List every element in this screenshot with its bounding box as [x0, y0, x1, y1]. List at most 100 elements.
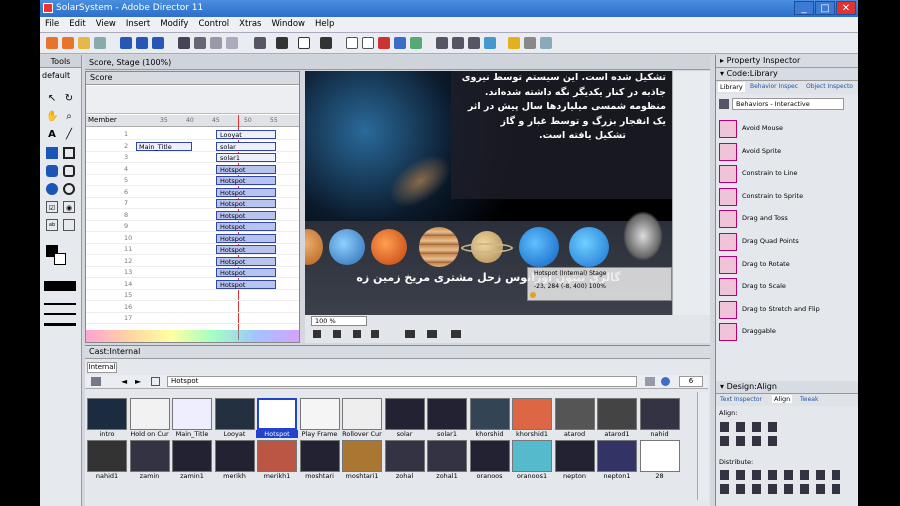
filled-roundrect-icon[interactable]: [46, 165, 58, 177]
behavior-item[interactable]: Drag to Rotate: [718, 254, 857, 276]
next-member-icon[interactable]: ►: [135, 377, 141, 386]
sprite-span[interactable]: Main_Title: [136, 141, 192, 151]
sprite-span[interactable]: solar: [216, 141, 276, 151]
script-window-icon[interactable]: [410, 37, 422, 49]
script-icon[interactable]: [645, 377, 655, 386]
step-back-button[interactable]: [371, 330, 379, 338]
behavior-item[interactable]: Drag to Scale: [718, 276, 857, 298]
rewind-icon[interactable]: [276, 37, 288, 49]
rotate-tool-icon[interactable]: ↻: [63, 93, 75, 105]
minimize-button[interactable]: _: [794, 1, 814, 15]
publish-icon[interactable]: [152, 37, 164, 49]
stage-scrollbar[interactable]: [672, 71, 710, 315]
filled-ellipse-icon[interactable]: [46, 183, 58, 195]
sprite-span[interactable]: Hotspot: [216, 233, 276, 243]
cast-member-thumb[interactable]: [87, 398, 127, 430]
distribute-buttons-row2[interactable]: [720, 484, 840, 494]
rect-icon[interactable]: [63, 147, 75, 159]
library-list-icon[interactable]: [719, 99, 729, 109]
stage-view[interactable]: تشکیل شده است. این سیستم توسط نیروی جاذب…: [305, 71, 672, 315]
menu-xtras[interactable]: Xtras: [234, 17, 266, 31]
cast-member-thumb[interactable]: [172, 398, 212, 430]
menu-file[interactable]: File: [40, 17, 64, 31]
cast-member-thumb[interactable]: [427, 398, 467, 430]
sprite-span[interactable]: Hotspot: [216, 256, 276, 266]
cast-member-thumb[interactable]: [512, 398, 552, 430]
menu-modify[interactable]: Modify: [155, 17, 193, 31]
planet-earth[interactable]: [329, 229, 365, 265]
drag-member-icon[interactable]: [151, 377, 160, 386]
sprite-span[interactable]: Hotspot: [216, 222, 276, 231]
cast-member-thumb[interactable]: [554, 398, 595, 430]
align-buttons-row2[interactable]: [720, 436, 780, 446]
cast-member-thumb[interactable]: [597, 398, 637, 430]
zoom-select[interactable]: 100 %: [311, 316, 367, 326]
menu-insert[interactable]: Insert: [121, 17, 155, 31]
message-icon[interactable]: [524, 37, 536, 49]
behavior-item[interactable]: Avoid Sprite: [718, 141, 857, 163]
sprite-span[interactable]: Looyat: [216, 130, 276, 139]
score-stage-tab[interactable]: Score, Stage (100%): [89, 58, 171, 67]
background-color-chip[interactable]: [54, 253, 66, 265]
cast-member-thumb[interactable]: [384, 440, 425, 472]
arrow-tool-icon[interactable]: ↖: [46, 93, 58, 105]
cast-member-thumb[interactable]: [554, 440, 595, 472]
cast-member-thumb[interactable]: [512, 440, 552, 472]
save-all-icon[interactable]: [136, 37, 148, 49]
sprite-span[interactable]: Hotspot: [216, 164, 276, 174]
score-row[interactable]: 17: [86, 313, 299, 324]
cast-member-thumb[interactable]: [342, 440, 382, 472]
behavior-category-select[interactable]: Behaviors - Interactive: [732, 98, 844, 110]
planet-neptune[interactable]: [569, 227, 609, 267]
score-row[interactable]: 6 Hotspot: [86, 187, 299, 198]
ellipse-icon[interactable]: [63, 183, 75, 195]
behavior-item[interactable]: Avoid Mouse: [718, 118, 857, 140]
undo-icon[interactable]: [178, 37, 190, 49]
volume-button[interactable]: [427, 330, 437, 338]
score-row[interactable]: 3 solar1: [86, 152, 299, 163]
cast-member-thumb[interactable]: [299, 440, 340, 472]
tools-mode[interactable]: default: [42, 71, 70, 80]
cast-member-thumb[interactable]: [257, 398, 297, 430]
line-tool-icon[interactable]: ╱: [63, 129, 75, 141]
tab-align[interactable]: Align: [772, 395, 793, 403]
text-tool-icon[interactable]: A: [46, 129, 58, 141]
score-row[interactable]: 14 Hotspot: [86, 279, 299, 290]
sprite-span[interactable]: Hotspot: [216, 199, 276, 208]
tab-text-inspector[interactable]: Text Inspector: [720, 396, 762, 403]
align-buttons-row1[interactable]: [720, 422, 780, 432]
planet-mars[interactable]: [371, 229, 407, 265]
behavior-item[interactable]: Constrain to Sprite: [718, 186, 857, 208]
cast-window-icon[interactable]: [362, 37, 374, 49]
import-icon[interactable]: [94, 37, 106, 49]
copy-icon[interactable]: [210, 37, 222, 49]
menu-control[interactable]: Control: [193, 17, 234, 31]
radio-tool-icon[interactable]: ◉: [63, 201, 75, 213]
score-row[interactable]: 10 Hotspot: [86, 233, 299, 244]
score-row[interactable]: 8 Hotspot: [86, 210, 299, 221]
sprite-span[interactable]: Hotspot: [216, 210, 276, 220]
cast-member-thumb[interactable]: [342, 398, 382, 430]
sprite-span[interactable]: Hotspot: [216, 245, 276, 254]
button-tool-icon[interactable]: [63, 219, 75, 231]
behavior-item[interactable]: Drag Quad Points: [718, 231, 857, 253]
score-row[interactable]: 5 Hotspot: [86, 175, 299, 186]
paint-icon[interactable]: [436, 37, 448, 49]
tab-library[interactable]: Library: [718, 82, 745, 92]
menu-view[interactable]: View: [91, 17, 121, 31]
menu-help[interactable]: Help: [310, 17, 339, 31]
cast-member-thumb[interactable]: [639, 440, 680, 472]
vector-icon[interactable]: [452, 37, 464, 49]
shockwave-icon[interactable]: [484, 37, 496, 49]
score-row[interactable]: 16: [86, 302, 299, 313]
cast-member-thumb[interactable]: [597, 440, 637, 472]
tab-object-inspector[interactable]: Object Inspecto: [806, 83, 853, 90]
score-row[interactable]: 1 Looyat: [86, 129, 299, 140]
hand-tool-icon[interactable]: ✋: [46, 111, 58, 123]
close-button[interactable]: ✕: [836, 1, 856, 15]
gallery-planets-image[interactable]: [623, 211, 663, 261]
cast-tab-internal[interactable]: Internal: [87, 362, 117, 373]
sprite-span[interactable]: Hotspot: [216, 268, 276, 277]
save-icon[interactable]: [120, 37, 132, 49]
line-width-3[interactable]: [44, 323, 76, 326]
